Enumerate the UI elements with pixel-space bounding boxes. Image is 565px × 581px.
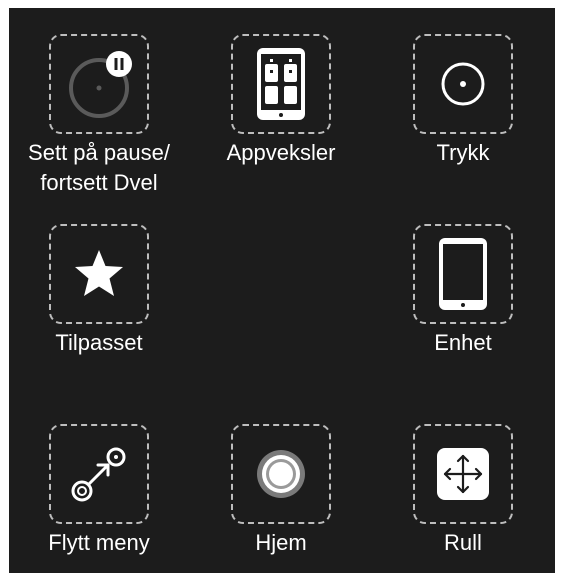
device-label: Enhet [434, 330, 492, 355]
custom-label: Tilpasset [55, 330, 143, 355]
app-switcher-button[interactable]: Appveksler [191, 8, 371, 165]
tap-tile [413, 34, 513, 134]
pause-dwell-button[interactable]: Sett på pause/ fortsett Dvel [9, 8, 189, 195]
move-menu-button[interactable]: Flytt meny [9, 398, 189, 555]
home-button-icon [251, 444, 311, 504]
scroll-arrows-icon [431, 442, 495, 506]
scroll-button[interactable]: Rull [373, 398, 553, 555]
move-menu-icon [64, 439, 134, 509]
device-button[interactable]: Enhet [373, 198, 553, 355]
device-tile [413, 224, 513, 324]
scroll-tile [413, 424, 513, 524]
move-menu-tile [49, 424, 149, 524]
app-switcher-tile [231, 34, 331, 134]
tap-button[interactable]: Trykk [373, 8, 553, 165]
app-switcher-icon [251, 44, 311, 124]
star-icon [69, 244, 129, 304]
home-button[interactable]: Hjem [191, 398, 371, 555]
tap-label: Trykk [436, 140, 490, 165]
tap-icon [433, 54, 493, 114]
scroll-label: Rull [444, 530, 482, 555]
pause-dwell-label-line2: fortsett Dvel [40, 170, 158, 195]
custom-tile [49, 224, 149, 324]
custom-button[interactable]: Tilpasset [9, 198, 189, 355]
pause-dwell-tile [49, 34, 149, 134]
home-tile [231, 424, 331, 524]
ipad-device-icon [433, 234, 493, 314]
pause-dwell-icon [59, 44, 139, 124]
assistive-touch-menu: Sett på pause/ fortsett Dvel Appveksler … [9, 8, 555, 573]
